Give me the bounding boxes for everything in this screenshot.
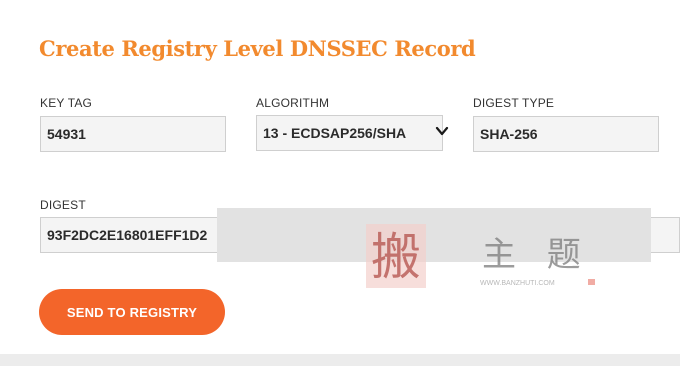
digest-label: DIGEST — [40, 198, 86, 212]
key-tag-input[interactable]: 54931 — [40, 116, 226, 152]
svg-text:主 题: 主 题 — [482, 235, 591, 275]
svg-text:WWW.BANZHUTI.COM: WWW.BANZHUTI.COM — [480, 280, 555, 287]
send-to-registry-button[interactable]: SEND TO REGISTRY — [39, 289, 225, 335]
key-tag-label: KEY TAG — [40, 96, 93, 110]
chevron-down-icon[interactable] — [434, 123, 450, 139]
svg-text:搬: 搬 — [371, 228, 421, 286]
algorithm-select[interactable]: 13 - ECDSAP256/SHA — [256, 115, 456, 153]
digest-type-label: DIGEST TYPE — [473, 96, 555, 110]
watermark-logo: 搬 主 题 WWW.BANZHUTI.COM — [366, 224, 595, 288]
algorithm-select-value[interactable]: 13 - ECDSAP256/SHA — [256, 115, 443, 151]
digest-type-input[interactable]: SHA-256 — [473, 116, 659, 152]
footer-strip — [0, 354, 680, 366]
page-title: Create Registry Level DNSSEC Record — [39, 36, 476, 61]
algorithm-label: ALGORITHM — [256, 96, 330, 110]
